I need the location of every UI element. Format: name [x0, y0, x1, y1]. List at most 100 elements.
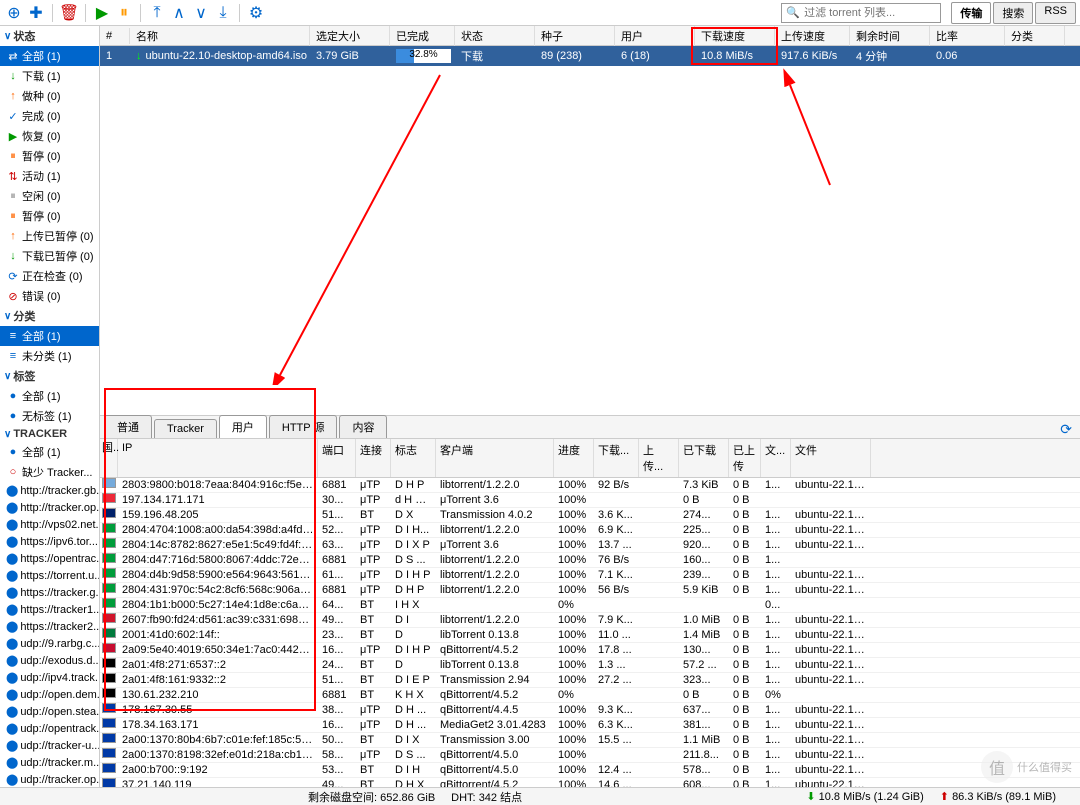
sidebar-item[interactable]: ⏸空闲 (0) [0, 186, 99, 206]
pause-icon[interactable]: ⏸ [114, 3, 134, 23]
peer-row[interactable]: 2803:9800:b018:7eaa:8404:916c:f5e7:eb656… [100, 478, 1080, 493]
col-status[interactable]: 状态 [455, 26, 535, 46]
col-category[interactable]: 分类 [1005, 26, 1065, 46]
peer-row[interactable]: 2607:fb90:fd24:d561:ac39:c331:6981:b0af4… [100, 613, 1080, 628]
sidebar-item[interactable]: ⬤udp://ipv4.track... [0, 669, 99, 686]
add-link-icon[interactable]: ⊕ [4, 3, 24, 23]
dtab-content[interactable]: 内容 [339, 415, 387, 438]
peer-row[interactable]: 197.134.171.17130...μTPd H X PμTorrent 3… [100, 493, 1080, 508]
sidebar-group-header[interactable]: ∨标签 [0, 366, 99, 386]
col-progress[interactable]: 已完成 [390, 26, 455, 46]
sidebar-item[interactable]: ⏸暂停 (0) [0, 146, 99, 166]
dtab-http[interactable]: HTTP 源 [269, 415, 338, 438]
peer-row[interactable]: 2804:431:970c:54c2:8cf6:568c:906a:1cee68… [100, 583, 1080, 598]
sidebar-item[interactable]: ↑做种 (0) [0, 86, 99, 106]
pcol-uled[interactable]: 已上传 [729, 439, 761, 477]
sidebar-item[interactable]: ↑上传已暂停 (0) [0, 226, 99, 246]
col-name[interactable]: 名称 [130, 26, 310, 46]
move-top-icon[interactable]: ⤒ [147, 3, 167, 23]
sidebar-item[interactable]: ⬤http://tracker.op... [0, 499, 99, 516]
dtab-general[interactable]: 普通 [104, 415, 152, 438]
sidebar-group-header[interactable]: ∨分类 [0, 306, 99, 326]
pcol-dl[interactable]: 下载... [594, 439, 639, 477]
pcol-dled[interactable]: 已下载 [679, 439, 729, 477]
search-box[interactable]: 🔍 [781, 3, 941, 23]
sidebar-item[interactable]: ⬤https://ipv6.tor... [0, 533, 99, 550]
peer-row[interactable]: 130.61.232.2106881BTK H XqBittorrent/4.5… [100, 688, 1080, 703]
pcol-ip[interactable]: IP [118, 439, 318, 477]
sidebar-item[interactable]: ⬤https://tracker.g... [0, 584, 99, 601]
pcol-file[interactable]: 文件 [791, 439, 871, 477]
sidebar-item[interactable]: ▶恢复 (0) [0, 126, 99, 146]
col-peers[interactable]: 用户 [615, 26, 695, 46]
pcol-conn[interactable]: 连接 [356, 439, 391, 477]
sidebar-item[interactable]: ✓完成 (0) [0, 106, 99, 126]
peer-row[interactable]: 2804:14c:8782:8627:e5e1:5c49:fd4f:2d3663… [100, 538, 1080, 553]
move-down-icon[interactable]: ∨ [191, 3, 211, 23]
pcol-progress[interactable]: 进度 [554, 439, 594, 477]
delete-icon[interactable]: 🗑 [59, 3, 79, 23]
col-ulspeed[interactable]: 上传速度 [775, 26, 850, 46]
sidebar-item[interactable]: ⟳正在检查 (0) [0, 266, 99, 286]
col-ratio[interactable]: 比率 [930, 26, 1005, 46]
pcol-flags[interactable]: 标志 [391, 439, 436, 477]
peer-row[interactable]: 2804:1b1:b000:5c27:14e4:1d8e:c6a0:979a64… [100, 598, 1080, 613]
peer-row[interactable]: 2804:4704:1008:a00:da54:398d:a4fd:f68d52… [100, 523, 1080, 538]
dtab-tracker[interactable]: Tracker [154, 419, 217, 438]
peer-row[interactable]: 2a09:5e40:4019:650:34e1:7ac0:4429:4cb216… [100, 643, 1080, 658]
move-up-icon[interactable]: ∧ [169, 3, 189, 23]
col-size[interactable]: 选定大小 [310, 26, 390, 46]
sidebar-item[interactable]: ○缺少 Tracker... [0, 462, 99, 482]
sidebar-item[interactable]: ⬤https://opentrac... [0, 550, 99, 567]
tab-search[interactable]: 搜索 [993, 2, 1033, 24]
sidebar-item[interactable]: ≡未分类 (1) [0, 346, 99, 366]
refresh-icon[interactable]: ⟳ [1060, 421, 1072, 438]
sidebar-item[interactable]: ⬤udp://open.stea... [0, 703, 99, 720]
peer-row[interactable]: 2a01:4f8:271:6537::224...BTDlibTorrent 0… [100, 658, 1080, 673]
sidebar-item[interactable]: ⬤https://tracker1... [0, 601, 99, 618]
sidebar-item[interactable]: ⬤udp://exodus.d... [0, 652, 99, 669]
sidebar-item[interactable]: ↓下载已暂停 (0) [0, 246, 99, 266]
peer-row[interactable]: 2001:41d0:602:14f::23...BTDlibTorrent 0.… [100, 628, 1080, 643]
sidebar-item[interactable]: ⊘错误 (0) [0, 286, 99, 306]
sidebar-item[interactable]: ⬤udp://9.rarbg.c... [0, 635, 99, 652]
sidebar-item[interactable]: ⬤http://tracker.gb... [0, 482, 99, 499]
sidebar-item[interactable]: ●全部 (1) [0, 442, 99, 462]
sidebar-item[interactable]: ⬤udp://tracker.m... [0, 754, 99, 771]
col-num[interactable]: # [100, 28, 130, 44]
sidebar-item[interactable]: ⬤udp://open.dem... [0, 686, 99, 703]
pcol-port[interactable]: 端口 [318, 439, 356, 477]
tab-rss[interactable]: RSS [1035, 2, 1076, 24]
pcol-rel[interactable]: 文... [761, 439, 791, 477]
sidebar-item[interactable]: ≡全部 (1) [0, 326, 99, 346]
peer-row[interactable]: 2a01:4f8:161:9332::251...BTD I E PTransm… [100, 673, 1080, 688]
sidebar-item[interactable]: ●无标签 (1) [0, 406, 99, 426]
peer-row[interactable]: 2804:d4b:9d58:5900:e564:9643:561b:b44161… [100, 568, 1080, 583]
col-dlspeed[interactable]: 下载速度 [695, 26, 775, 46]
add-file-icon[interactable]: ✚ [26, 3, 46, 23]
pcol-ul[interactable]: 上传... [639, 439, 679, 477]
search-input[interactable] [804, 7, 936, 19]
sidebar-group-header[interactable]: ∨TRACKER [0, 426, 99, 442]
sidebar-item[interactable]: ⇅活动 (1) [0, 166, 99, 186]
move-bottom-icon[interactable]: ⤓ [213, 3, 233, 23]
pcol-client[interactable]: 客户端 [436, 439, 554, 477]
sidebar-item[interactable]: ⬤udp://tracker.op... [0, 771, 99, 787]
sidebar-item[interactable]: ⏸暂停 (0) [0, 206, 99, 226]
sidebar-item[interactable]: ⬤https://torrent.u... [0, 567, 99, 584]
start-icon[interactable]: ▶ [92, 3, 112, 23]
sidebar-item[interactable]: ⇄全部 (1) [0, 46, 99, 66]
sidebar-item[interactable]: ⬤https://tracker2... [0, 618, 99, 635]
torrent-row[interactable]: 1 ↓ubuntu-22.10-desktop-amd64.iso 3.79 G… [100, 46, 1080, 66]
peer-row[interactable]: 2a00:b700::9:19253...BTD I HqBittorrent/… [100, 763, 1080, 778]
sidebar-item[interactable]: ↓下载 (1) [0, 66, 99, 86]
col-seeds[interactable]: 种子 [535, 26, 615, 46]
settings-icon[interactable]: ⚙ [246, 3, 266, 23]
peer-row[interactable]: 37.21.140.11949...BTD H XqBittorrent/4.5… [100, 778, 1080, 788]
sidebar-group-header[interactable]: ∨状态 [0, 26, 99, 46]
sidebar-item[interactable]: ⬤udp://opentrack... [0, 720, 99, 737]
dtab-peers[interactable]: 用户 [219, 415, 267, 438]
col-eta[interactable]: 剩余时间 [850, 26, 930, 46]
peer-row[interactable]: 2a00:1370:8198:32ef:e01d:218a:cb1e:b5b95… [100, 748, 1080, 763]
peer-row[interactable]: 178.167.30.5538...μTPD H ...qBittorrent/… [100, 703, 1080, 718]
